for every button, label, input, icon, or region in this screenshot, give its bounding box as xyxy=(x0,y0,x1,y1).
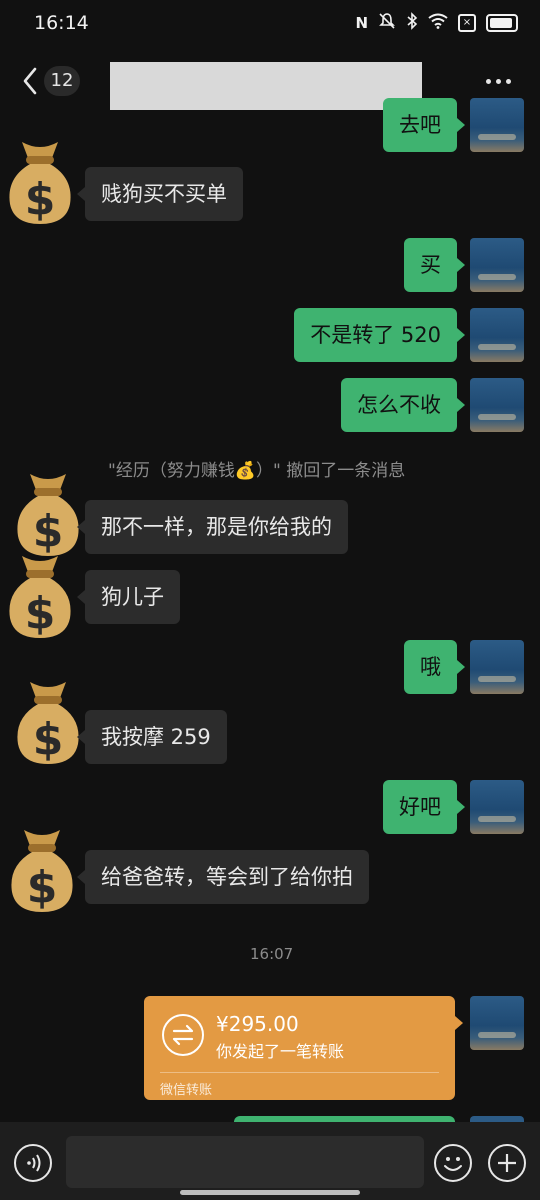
svg-text:$: $ xyxy=(27,862,58,913)
message-bubble-self[interactable]: 哦 xyxy=(404,640,457,694)
transfer-icon xyxy=(162,1014,204,1056)
money-bag-icon: $ xyxy=(9,556,71,639)
money-bag-icon: $ xyxy=(11,830,73,913)
transfer-divider xyxy=(160,1072,439,1073)
message-bubble-self[interactable]: 买 xyxy=(404,238,457,292)
back-button[interactable] xyxy=(18,64,44,98)
avatar-self[interactable] xyxy=(470,238,524,292)
bubble-tail xyxy=(457,328,465,342)
bluetooth-icon xyxy=(406,12,418,34)
mute-icon xyxy=(378,12,396,34)
message-bubble-other[interactable]: 狗儿子 xyxy=(85,570,180,624)
more-actions-button[interactable] xyxy=(488,1144,526,1182)
voice-button[interactable] xyxy=(14,1144,52,1182)
message-input[interactable] xyxy=(66,1136,424,1188)
voice-icon xyxy=(27,1154,41,1172)
chat-title-redacted xyxy=(110,62,422,110)
message-bubble-self[interactable]: 不是转了 520 xyxy=(294,308,457,362)
nfc-icon: N xyxy=(355,14,368,32)
transfer-description: 你发起了一笔转账 xyxy=(216,1042,345,1061)
status-time: 16:14 xyxy=(34,12,89,34)
svg-text:$: $ xyxy=(33,714,64,765)
avatar-self[interactable] xyxy=(470,780,524,834)
bubble-tail xyxy=(77,870,85,884)
battery-icon xyxy=(486,14,518,32)
recall-notice-part1: "经历（努力赚钱 xyxy=(108,461,235,481)
avatar-other[interactable]: $ xyxy=(6,826,78,913)
more-dot xyxy=(506,78,511,84)
message-bubble-other[interactable]: 那不一样，那是你给我的 xyxy=(85,500,348,554)
bubble-tail xyxy=(457,660,465,674)
emoji-button[interactable] xyxy=(434,1144,472,1182)
avatar-self[interactable] xyxy=(470,378,524,432)
transfer-amount: ¥295.00 xyxy=(216,1012,299,1036)
plus-icon xyxy=(498,1154,516,1172)
svg-text:$: $ xyxy=(25,588,56,639)
bubble-tail xyxy=(457,118,465,132)
avatar-other[interactable]: $ xyxy=(4,552,76,639)
avatar-self[interactable] xyxy=(470,996,524,1050)
bubble-tail xyxy=(77,187,85,201)
status-icons: N × xyxy=(355,12,518,34)
more-button[interactable] xyxy=(486,70,516,92)
transfer-card[interactable]: ¥295.00 你发起了一笔转账 微信转账 xyxy=(144,996,455,1100)
recall-notice: "经历（努力赚钱💰）" 撤回了一条消息 xyxy=(108,456,405,481)
bubble-tail xyxy=(77,520,85,534)
sim-off-icon: × xyxy=(458,14,476,32)
home-indicator[interactable] xyxy=(180,1190,360,1195)
message-timestamp: 16:07 xyxy=(250,945,294,963)
message-bubble-self[interactable]: 好吧 xyxy=(383,780,457,834)
avatar-other[interactable]: $ xyxy=(12,678,84,765)
avatar-self[interactable] xyxy=(470,640,524,694)
svg-text:$: $ xyxy=(33,506,64,557)
message-bubble-self[interactable]: 去吧 xyxy=(383,98,457,152)
wifi-icon xyxy=(428,13,448,33)
smile-icon xyxy=(444,1157,462,1171)
money-bag-emoji: 💰 xyxy=(234,461,256,481)
avatar-self[interactable] xyxy=(470,98,524,152)
bubble-tail xyxy=(455,1016,463,1030)
bubble-tail xyxy=(77,730,85,744)
money-bag-icon: $ xyxy=(9,142,71,225)
message-bubble-other[interactable]: 贱狗买不买单 xyxy=(85,167,243,221)
bubble-tail xyxy=(457,398,465,412)
bubble-tail xyxy=(457,800,465,814)
money-bag-icon: $ xyxy=(17,682,79,765)
transfer-footer: 微信转账 xyxy=(160,1083,213,1098)
chevron-left-icon xyxy=(23,67,37,95)
bubble-tail xyxy=(77,590,85,604)
bubble-tail xyxy=(457,258,465,272)
more-dot xyxy=(496,78,501,84)
avatar-other[interactable]: $ xyxy=(4,138,76,225)
message-bubble-other[interactable]: 给爸爸转，等会到了给你拍 xyxy=(85,850,369,904)
more-dot xyxy=(486,78,491,84)
avatar-other[interactable]: $ xyxy=(12,470,84,557)
message-bubble-other[interactable]: 我按摩 259 xyxy=(85,710,227,764)
money-bag-icon: $ xyxy=(17,474,79,557)
message-bubble-self[interactable]: 怎么不收 xyxy=(341,378,457,432)
unread-count-badge[interactable]: 12 xyxy=(44,66,80,96)
svg-text:$: $ xyxy=(25,174,56,225)
avatar-self[interactable] xyxy=(470,308,524,362)
recall-notice-part2: ）" 撤回了一条消息 xyxy=(256,461,406,481)
